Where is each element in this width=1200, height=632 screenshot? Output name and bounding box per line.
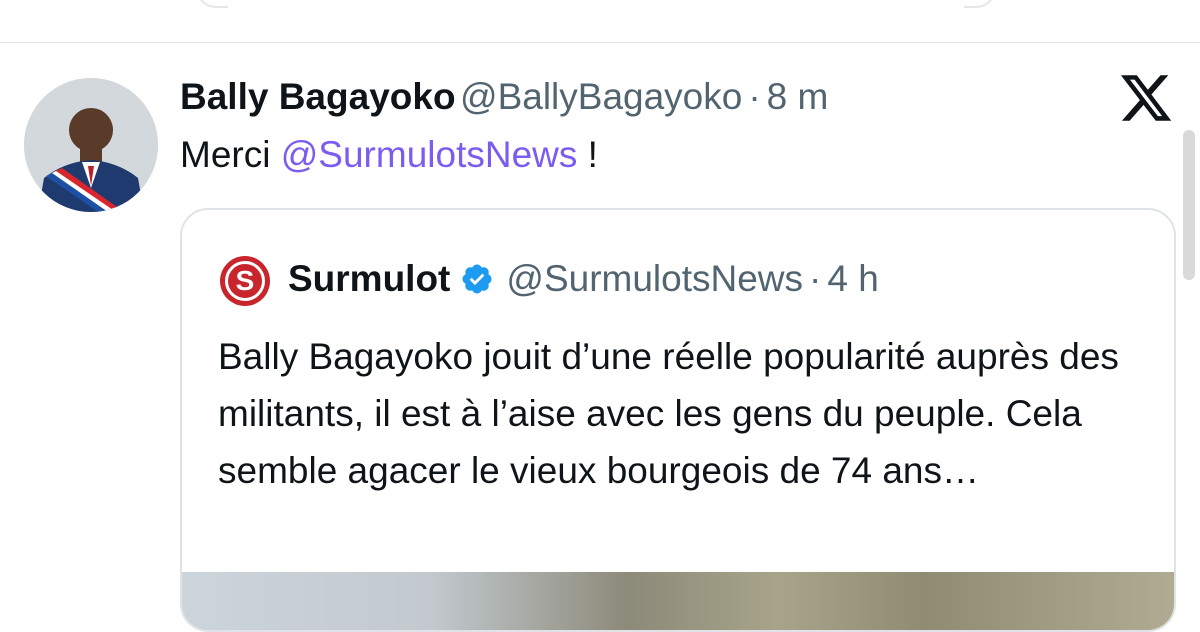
scrollbar[interactable] [1183, 130, 1195, 280]
header-divider [0, 42, 1200, 43]
quoted-tweet-media[interactable] [182, 572, 1174, 630]
quoted-tweet-text: Bally Bagayoko jouit d’une réelle popula… [218, 336, 1119, 491]
quoted-tweet-header: Surmulot @SurmulotsNews · 4 h [288, 254, 879, 304]
author-handle[interactable]: @BallyBagayoko [460, 76, 742, 117]
tweet-text: Merci @SurmulotsNews ! [180, 134, 598, 176]
quoted-author-handle[interactable]: @SurmulotsNews [506, 258, 803, 300]
separator-dot: · [748, 76, 761, 117]
tweet-timestamp[interactable]: 8 m [767, 76, 829, 117]
x-logo-icon[interactable] [1118, 70, 1174, 126]
top-bar [0, 0, 1200, 42]
top-tab-edge-left [196, 0, 228, 8]
avatar-image [24, 78, 158, 212]
tweet-text-suffix: ! [577, 134, 598, 175]
quoted-tweet-timestamp[interactable]: 4 h [827, 258, 878, 300]
top-tab-edge-right [964, 0, 996, 8]
quoted-author-name[interactable]: Surmulot [288, 258, 450, 300]
quoted-separator-dot: · [809, 258, 822, 299]
tweet-text-prefix: Merci [180, 134, 281, 175]
surmulot-logo-icon[interactable]: S [220, 256, 270, 306]
mention-link[interactable]: @SurmulotsNews [281, 134, 578, 175]
surmulot-logo-letter: S [225, 261, 265, 301]
verified-badge-icon [462, 264, 492, 294]
quoted-tweet-card[interactable]: S Surmulot @SurmulotsNews · 4 h Bally Baga… [180, 208, 1176, 632]
tweet-header: Bally Bagayoko @BallyBagayoko · 8 m [180, 76, 828, 124]
author-name[interactable]: Bally Bagayoko [180, 76, 456, 117]
avatar[interactable] [24, 78, 158, 212]
